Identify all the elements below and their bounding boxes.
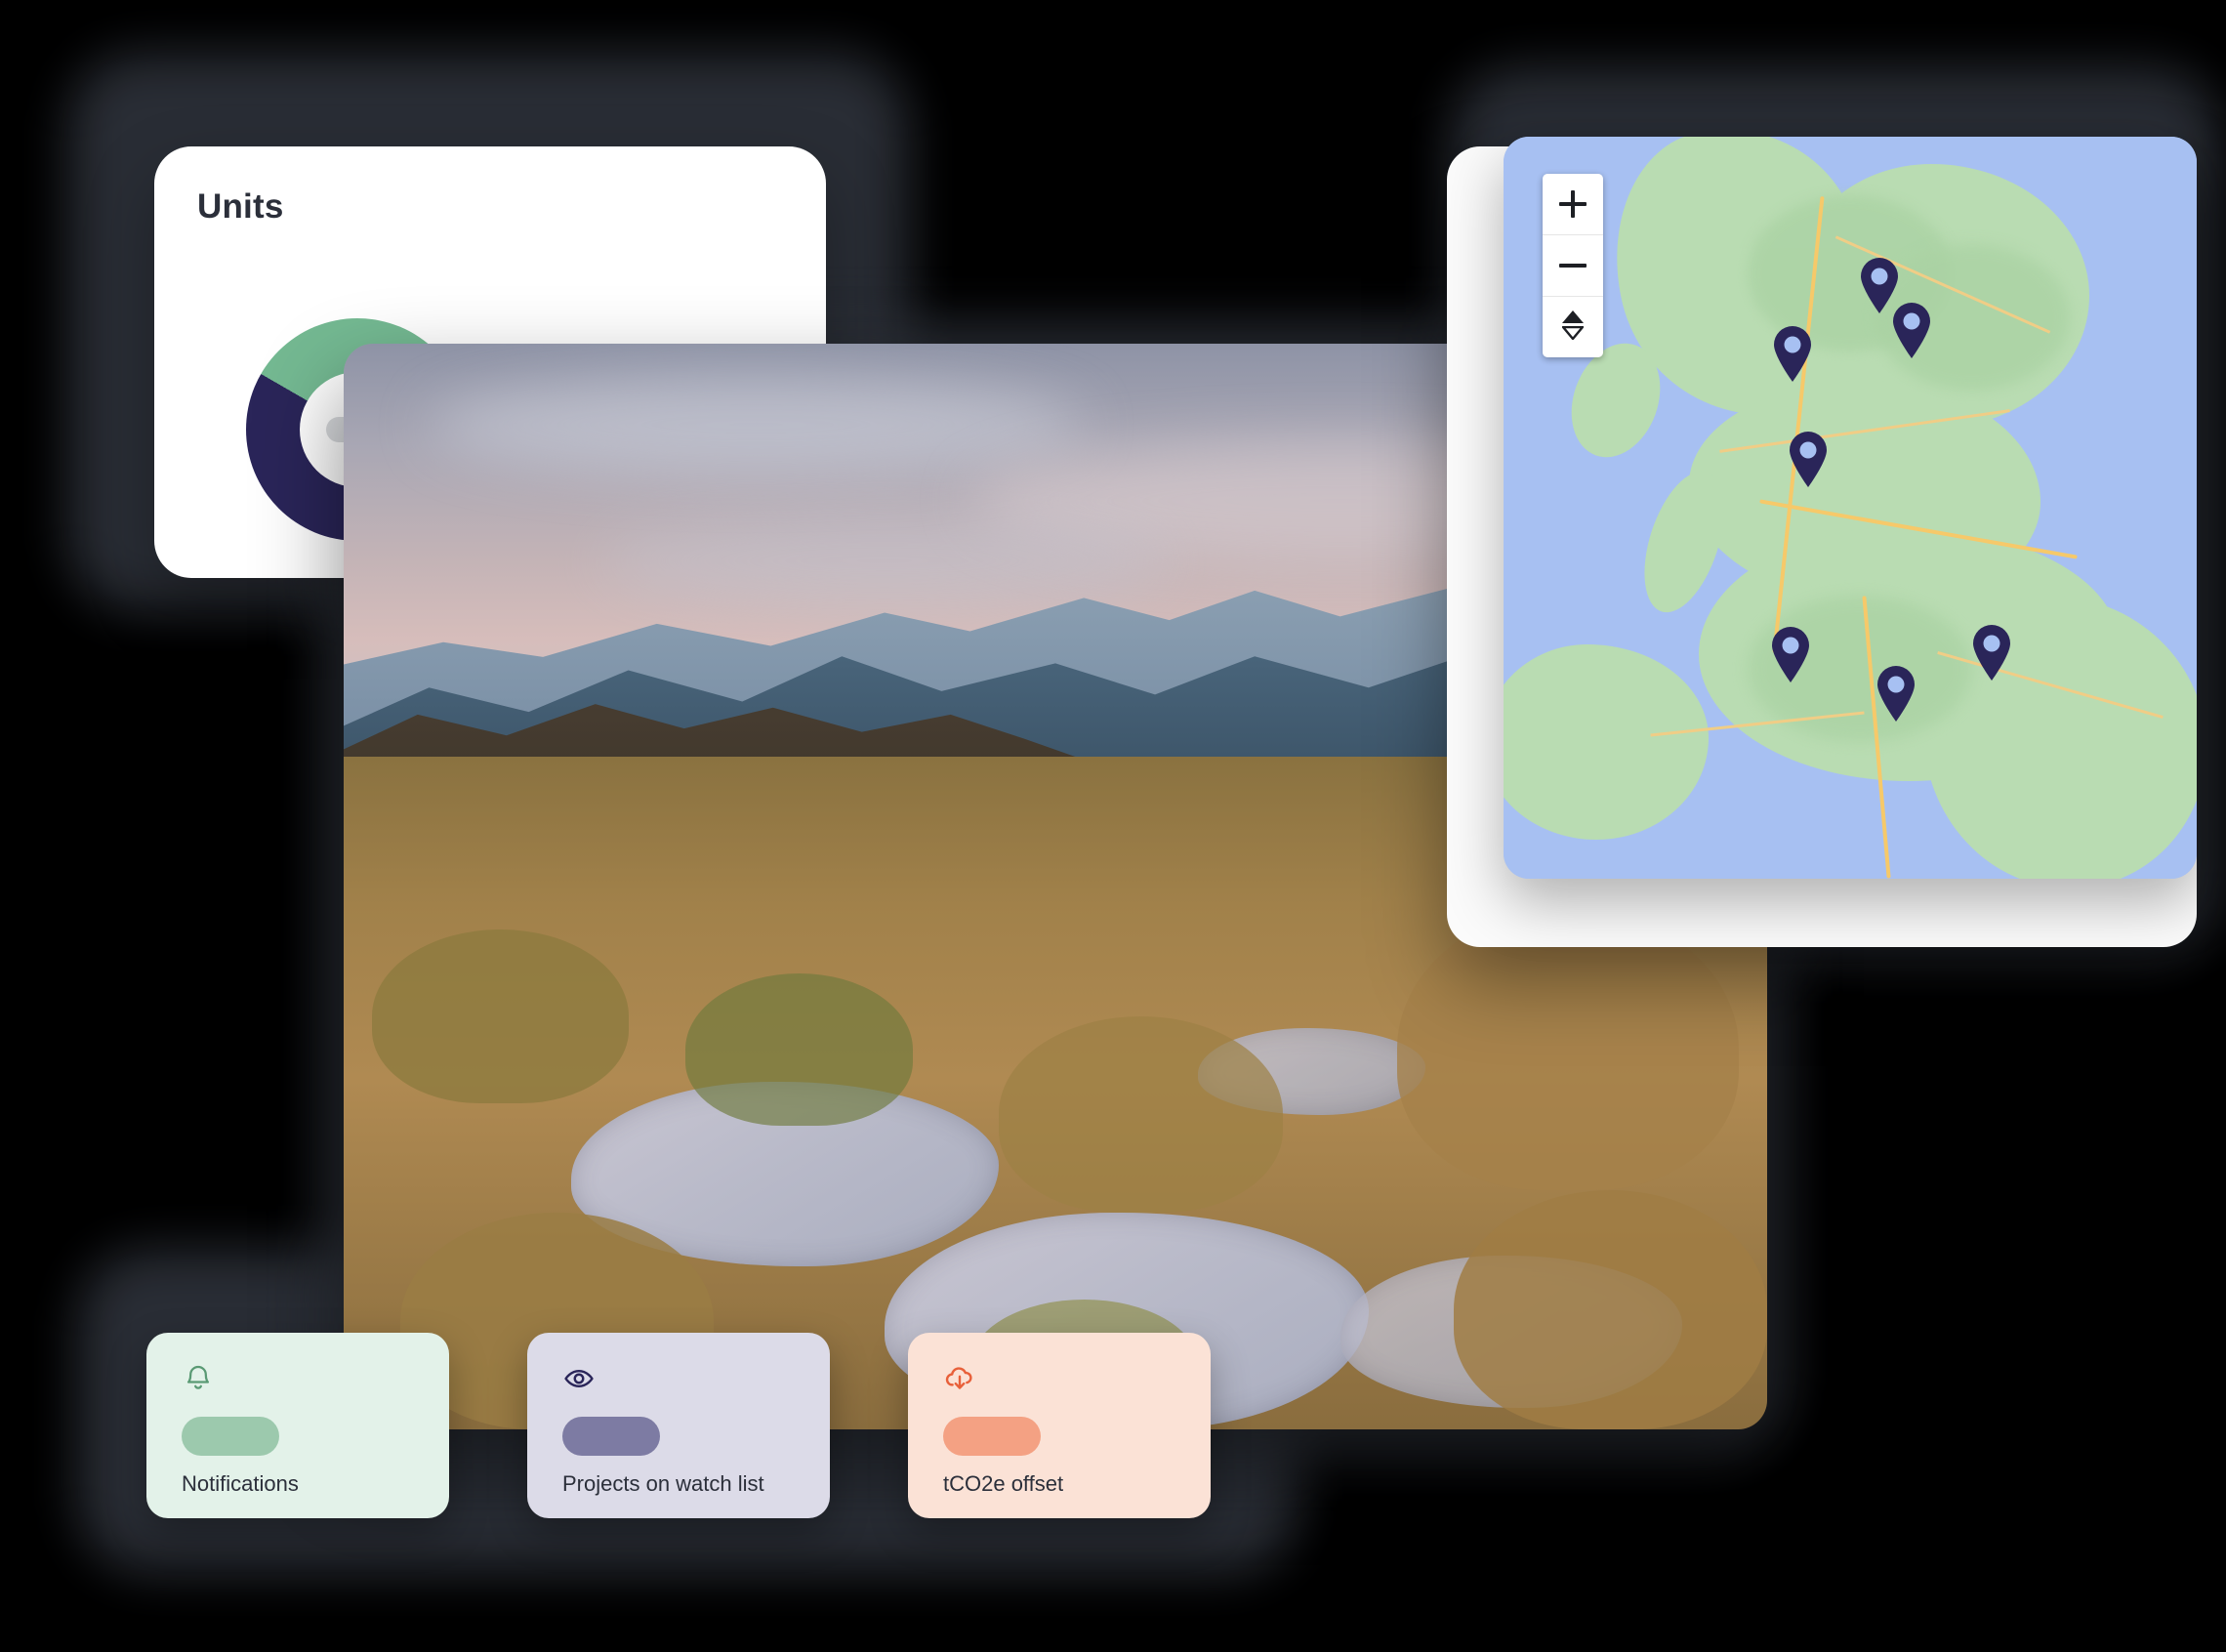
map-pin[interactable] (1890, 303, 1933, 359)
composition-stage: Units Notifications Projects on watch li… (0, 0, 2226, 1652)
zoom-in-button[interactable] (1543, 174, 1603, 235)
stat-value-placeholder (562, 1417, 660, 1456)
compass-tilt-icon (1562, 310, 1584, 323)
land-north-england (1923, 596, 2197, 879)
minus-icon (1559, 264, 1587, 268)
map-zoom-controls[interactable] (1543, 174, 1603, 357)
stat-card-label: tCO2e offset (943, 1471, 1064, 1496)
page-title: Units (197, 187, 284, 226)
grass-tuft (1454, 1190, 1767, 1429)
stat-value-placeholder (943, 1417, 1041, 1456)
grass-tuft (1396, 908, 1739, 1191)
map-pin[interactable] (1769, 627, 1812, 683)
grass-tuft (372, 929, 629, 1104)
map-pin[interactable] (1970, 625, 2013, 681)
stat-value-placeholder (182, 1417, 279, 1456)
zoom-out-button[interactable] (1543, 235, 1603, 297)
cloud (429, 376, 1085, 475)
plus-icon (1571, 190, 1575, 218)
bell-icon (182, 1362, 215, 1395)
map-tilt-button[interactable] (1543, 297, 1603, 357)
stat-card-notifications[interactable]: Notifications (146, 1333, 449, 1518)
eye-icon (562, 1362, 596, 1395)
map-pin[interactable] (1771, 326, 1814, 383)
map-pin[interactable] (1875, 666, 1917, 723)
stat-card-label: Notifications (182, 1471, 299, 1496)
map-pin[interactable] (1787, 432, 1830, 488)
grass-tuft (684, 972, 914, 1126)
cloud-download-icon (943, 1362, 976, 1395)
stat-card-label: Projects on watch list (562, 1471, 764, 1496)
stat-card-tco2e-offset[interactable]: tCO2e offset (908, 1333, 1211, 1518)
locations-map[interactable] (1504, 137, 2197, 879)
compass-tilt-icon (1561, 325, 1585, 345)
cloud (599, 516, 1170, 604)
grass-tuft (998, 1016, 1284, 1213)
stat-card-watch-list[interactable]: Projects on watch list (527, 1333, 830, 1518)
